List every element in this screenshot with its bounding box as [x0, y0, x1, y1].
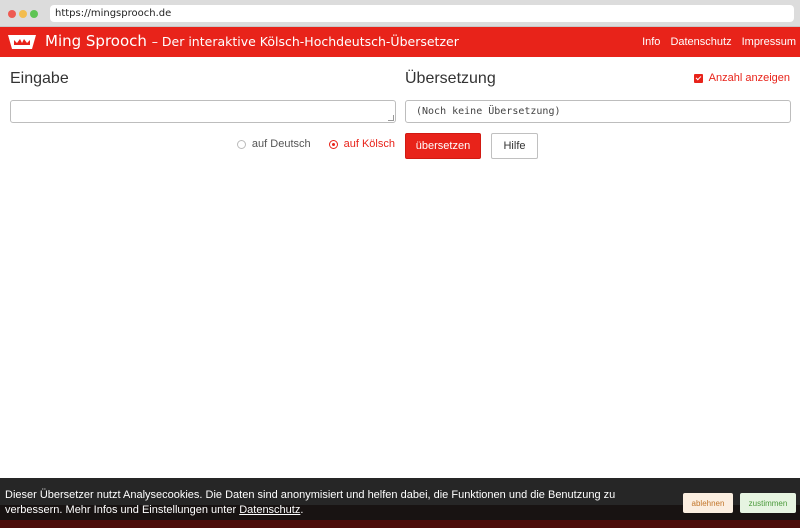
- show-count-label: Anzahl anzeigen: [708, 72, 790, 84]
- brand-name: Ming Sprooch: [45, 32, 147, 50]
- source-text-input[interactable]: [10, 100, 396, 123]
- nav-link-datenschutz[interactable]: Datenschutz: [670, 36, 731, 48]
- maximize-window-icon[interactable]: [30, 10, 38, 18]
- minimize-window-icon[interactable]: [19, 10, 27, 18]
- site-header: Ming Sprooch – Der interaktive Kölsch-Ho…: [0, 27, 800, 57]
- radio-auf-deutsch[interactable]: auf Deutsch: [236, 138, 311, 150]
- cookie-decline-button[interactable]: ablehnen: [683, 493, 733, 513]
- brand-subtitle: – Der interaktive Kölsch-Hochdeutsch-Übe…: [151, 34, 459, 49]
- radio-auf-koelsch[interactable]: auf Kölsch: [328, 138, 395, 150]
- radio-label-koelsch: auf Kölsch: [343, 138, 395, 150]
- input-heading: Eingabe: [10, 70, 69, 87]
- translation-output: (Noch keine Übersetzung): [405, 100, 791, 123]
- radio-label-deutsch: auf Deutsch: [251, 138, 311, 150]
- address-bar[interactable]: https://mingsprooch.de: [50, 5, 794, 22]
- cookie-privacy-link[interactable]: Datenschutz: [239, 504, 300, 516]
- nav-link-info[interactable]: Info: [642, 36, 660, 48]
- cookie-accept-button[interactable]: zustimmen: [740, 493, 796, 513]
- browser-chrome: https://mingsprooch.de: [0, 0, 800, 27]
- output-heading: Übersetzung: [405, 70, 496, 87]
- show-count-checkbox[interactable]: [693, 73, 703, 83]
- close-window-icon[interactable]: [8, 10, 16, 18]
- crown-logo-icon[interactable]: [6, 32, 38, 52]
- resize-handle-icon[interactable]: [388, 115, 394, 121]
- help-button[interactable]: Hilfe: [491, 133, 538, 159]
- cookie-banner: Dieser Übersetzer nutzt Analysecookies. …: [0, 478, 800, 520]
- site-title[interactable]: Ming Sprooch – Der interaktive Kölsch-Ho…: [45, 32, 459, 50]
- header-nav: Info Datenschutz Impressum: [642, 36, 796, 48]
- radio-checked-icon[interactable]: [328, 139, 338, 149]
- cookie-message: Dieser Übersetzer nutzt Analysecookies. …: [5, 488, 675, 518]
- show-count-option[interactable]: Anzahl anzeigen: [693, 72, 790, 84]
- cookie-text: Dieser Übersetzer nutzt Analysecookies. …: [5, 489, 616, 516]
- source-language-selector: auf Deutsch auf Kölsch: [236, 138, 395, 150]
- nav-link-impressum[interactable]: Impressum: [742, 36, 796, 48]
- cookie-text-end: .: [300, 504, 304, 516]
- translate-button[interactable]: übersetzen: [405, 133, 481, 159]
- radio-unchecked-icon[interactable]: [236, 139, 246, 149]
